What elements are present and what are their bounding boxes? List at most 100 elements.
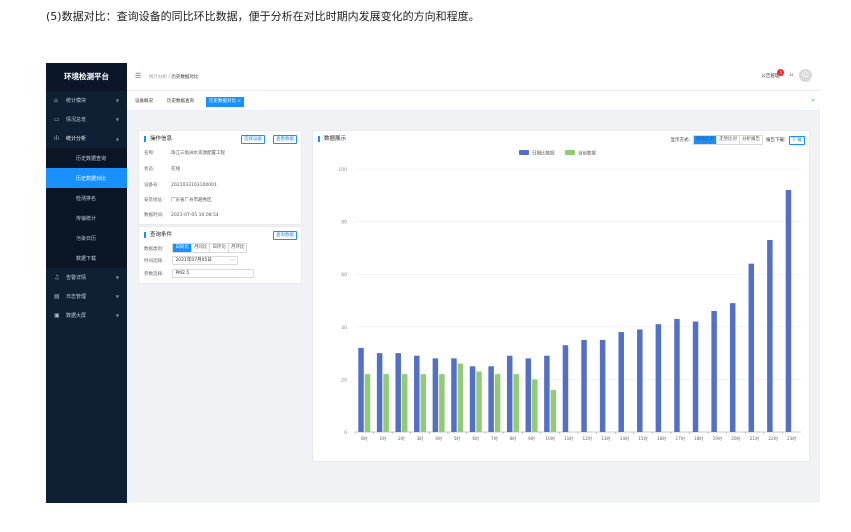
sidebar-item-label: 统计分析 [66,136,87,142]
sidebar-item-overview[interactable]: ▭ 情况总览 ▼ [46,110,127,129]
x-tick-label: 4时 [435,435,443,441]
sidebar-subitem-download[interactable]: 数据下载 [46,248,127,268]
header-actions: 公告管理 1 :: ☺ [761,68,812,82]
sidebar-subitem-history-query[interactable]: 历史数据查询 [46,148,127,168]
sidebar-item-stats-module[interactable]: ⌂ 统计模块 ▼ [46,91,127,110]
tab-bar: 设备概况 历史数据查询 历史数据对比 × ⌄ [127,91,820,111]
sidebar-subitem-label: 检测排名 [76,195,97,202]
notice-button[interactable]: 公告管理 1 [761,68,785,79]
display-mode-option[interactable]: 走势比对 [717,136,741,144]
sidebar-item-alarm[interactable]: ♫ 告警详情 ▼ [46,268,127,287]
sidebar-item-logs[interactable]: ▤ 日志管理 ▼ [46,287,127,306]
query-type-key: 数据类别: [144,246,164,252]
bar-baseline [637,329,643,432]
x-tick-label: 12时 [583,435,593,441]
bar-baseline [358,347,364,432]
legend-label: 日期比数据 [532,150,555,157]
query-type-option[interactable]: 月环比 [229,244,247,252]
view-data-button[interactable]: 查看数据 [273,135,297,144]
chevron-down-icon[interactable]: ⌄ [810,95,816,103]
bar-baseline [767,240,773,432]
sidebar-item-label: 日志管理 [66,294,87,300]
bar-baseline [544,355,550,432]
info-row-time: 数据时间: 2021-07-05 10:08:54 [144,212,219,218]
y-tick-label: 20 [341,377,347,383]
sidebar-item-analysis[interactable]: ılı 统计分析 ▲ [46,129,127,148]
info-key: 状态: [144,167,155,172]
more-icon[interactable]: :: [789,73,793,78]
x-tick-label: 8时 [510,435,518,441]
display-mode-label: 显示方式: [670,138,691,143]
tab-device-overview[interactable]: 设备概况 [132,97,156,107]
menu-toggle-icon[interactable]: ☰ [135,72,141,80]
query-time-row: 时间选择: 2021年07月05日 ▭ [144,256,239,265]
bar-baseline [599,339,606,432]
bar-current [476,371,482,432]
x-tick-label: 22时 [768,435,778,441]
query-param-row: 参数选择: PM2.5 ⌄ [144,269,255,278]
download-button[interactable]: 下 载 [788,135,805,145]
date-value: 2021年07月05日 [175,258,212,263]
bar-baseline [711,311,717,432]
tab-history-compare[interactable]: 历史数据对比 × [206,97,245,107]
breadcrumb-current: 历史数据对比 [171,75,199,80]
x-tick-label: 15时 [638,435,648,441]
monitor-icon: ▭ [54,116,60,123]
bar-baseline [469,366,476,432]
sidebar-subitem-calendar[interactable]: 污染日历 [46,228,127,248]
info-value: 广东省广州市越秀区 [171,198,212,203]
sidebar-subitem-transfer[interactable]: 传输统计 [46,208,127,228]
notice-badge: 1 [777,68,785,76]
bar-current [494,374,501,432]
bar-current [513,374,519,432]
page-caption: (5)数据对比：查询设备的同比环比数据，便于分析在对比时期内发展变化的方向和程度… [46,10,480,23]
breadcrumb-root[interactable]: 统计分析 [149,75,167,80]
top-bar: ☰ 统计分析 / 历史数据对比 公告管理 1 :: ☺ [127,63,820,91]
bar-current [439,374,445,432]
chevron-down-icon: ▼ [115,98,119,103]
x-tick-label: 10时 [545,435,555,441]
display-mode-option[interactable]: 数值比对 [694,136,718,144]
breadcrumb-separator: / [168,75,170,80]
doc-icon: ▤ [54,293,60,300]
sidebar-item-label: 统计模块 [66,98,87,104]
bar-current [532,379,538,432]
chevron-down-icon: ▼ [115,275,119,280]
bar-current [401,374,408,432]
query-data-button[interactable]: 查询数据 [273,231,297,240]
query-panel: 查询条件 查询数据 数据类别: 日同比 月同比 日环比 月环比 时间选择: 20… [138,226,302,284]
x-tick-label: 3时 [417,435,425,441]
display-mode-segmented: 数值比对 走势比对 分析报告 [693,135,764,145]
date-picker-input[interactable]: 2021年07月05日 ▭ [172,256,239,265]
query-type-option[interactable]: 月同比 [192,244,211,252]
sidebar-item-bigscreen[interactable]: ▣ 数据大屏 ▼ [46,306,127,325]
info-row-status: 状态: 在线 [144,166,180,172]
sidebar-subitem-ranking[interactable]: 检测排名 [46,188,127,208]
legend-swatch [565,150,575,155]
sidebar-subitem-history-compare[interactable]: 历史数据对比 [46,168,127,188]
param-select[interactable]: PM2.5 ⌄ [172,269,255,278]
sidebar-subitem-label: 历史数据对比 [76,175,107,182]
query-type-option[interactable]: 日同比 [173,244,192,252]
home-icon: ⌂ [54,97,58,104]
bar-baseline [618,332,624,432]
query-time-key: 时间选择: [144,259,164,264]
info-panel: 操作信息 选择设备 查看数据 名称: 珠江三角洲水资源配置工程 状态: 在线 设备号… [138,130,302,225]
x-tick-label: 18时 [694,435,704,441]
bar-baseline [785,190,792,432]
x-tick-label: 11时 [564,435,574,441]
sidebar-subitem-label: 数据下载 [76,255,97,262]
display-mode-option[interactable]: 分析报告 [740,136,762,144]
select-device-button[interactable]: 选择设备 [241,135,265,144]
sidebar-subitem-label: 传输统计 [76,215,97,222]
info-row-address: 安装地址: 广东省广州市越秀区 [144,197,212,203]
x-tick-label: 9时 [528,435,536,441]
legend-swatch [519,150,529,155]
bar-baseline [376,353,383,432]
avatar[interactable]: ☺ [799,69,812,82]
query-type-option[interactable]: 日环比 [210,244,229,252]
tab-history-query[interactable]: 历史数据查询 [164,97,197,107]
chevron-up-icon: ▲ [115,136,119,141]
display-controls: 显示方式: 数值比对 走势比对 分析报告 报告下载: 下 载 [670,135,805,145]
sidebar-subitem-label: 历史数据查询 [76,155,107,162]
